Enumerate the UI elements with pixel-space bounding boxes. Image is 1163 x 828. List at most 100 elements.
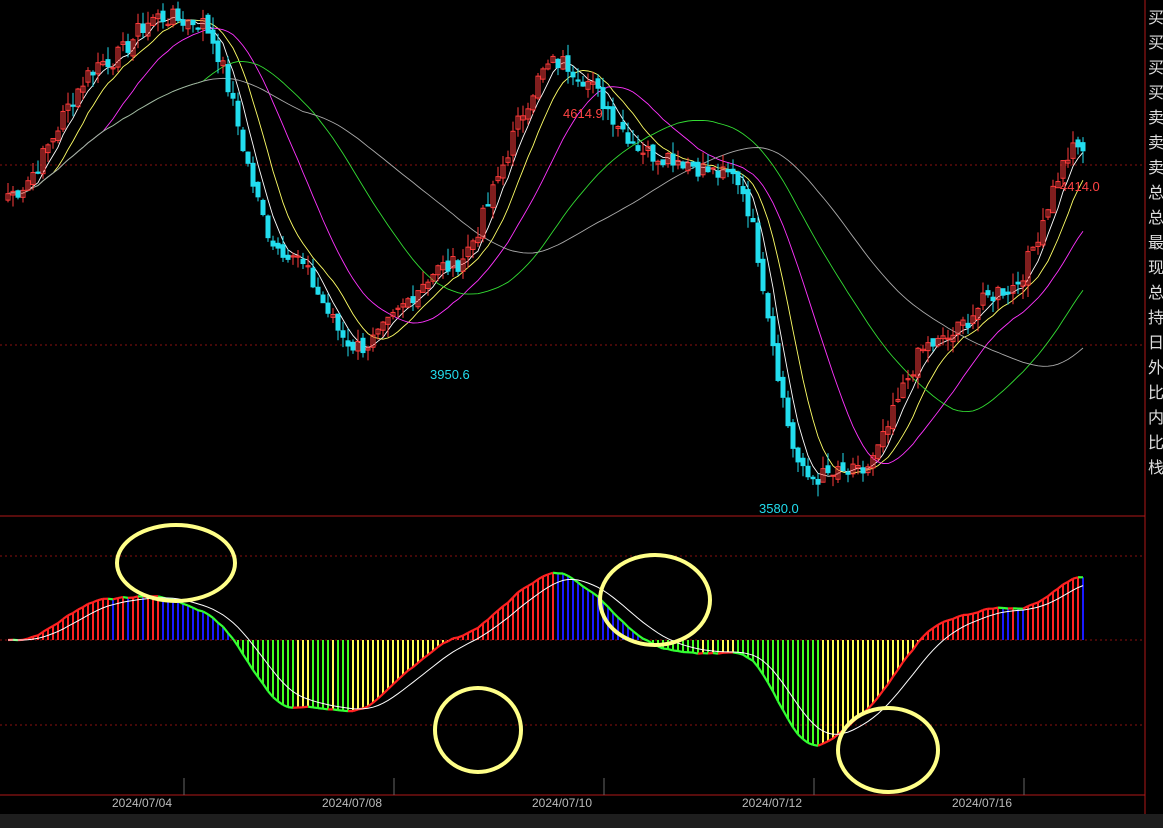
candle-body	[160, 10, 166, 23]
dif-segment	[32, 634, 39, 638]
candle-body	[745, 189, 751, 217]
side-label: 现	[1148, 258, 1163, 277]
dif-segment	[332, 708, 339, 712]
dif-segment	[692, 651, 699, 655]
candle-body	[190, 19, 196, 26]
candle-body	[580, 81, 586, 87]
candle-body	[1075, 139, 1081, 148]
bottom-scrollbar[interactable]	[0, 814, 1163, 828]
candle-body	[1015, 281, 1021, 285]
candle-body	[755, 222, 761, 263]
price-label: 3950.6	[430, 367, 470, 382]
date-axis: 2024/07/04 2024/07/08 2024/07/10 2024/07/12…	[112, 778, 1025, 810]
price-label: 4414.0	[1060, 179, 1100, 194]
dif-segment	[972, 611, 979, 615]
candle-body	[105, 59, 111, 67]
candle-body	[650, 144, 656, 162]
dif-segment	[672, 649, 679, 653]
candle-body	[635, 145, 641, 151]
price-labels: 4614.9 3950.6 4414.0 3580.0	[430, 106, 1100, 516]
candle-body	[485, 204, 491, 207]
candle-body	[410, 296, 416, 304]
candle-body	[205, 14, 211, 34]
candle-body	[1005, 291, 1011, 295]
highlight-circles	[115, 523, 940, 794]
candle-body	[610, 106, 616, 125]
dif-segment	[322, 707, 329, 711]
candle-body	[840, 462, 846, 471]
candle-body	[800, 457, 806, 467]
dif-segment	[302, 705, 309, 709]
dif-segment	[697, 652, 704, 655]
candle-body	[300, 258, 306, 265]
candle-body	[260, 199, 266, 216]
dif-segment	[132, 595, 139, 599]
candle-body	[280, 244, 286, 258]
candle-body	[345, 340, 351, 347]
candle-body	[175, 8, 181, 21]
candle-body	[705, 166, 711, 173]
candle-body	[70, 104, 76, 107]
dif-segment	[677, 649, 684, 654]
candle-body	[90, 71, 96, 76]
side-label: 比	[1148, 383, 1163, 402]
highlight-circle	[836, 706, 940, 794]
candle-body	[350, 341, 356, 351]
candle-body	[570, 71, 576, 78]
side-panel: 买买买买卖卖卖总总最现总持日外比内比栈	[1145, 0, 1163, 516]
dif-segment	[642, 637, 649, 642]
side-label: 卖	[1148, 133, 1163, 152]
dif-segment	[117, 595, 124, 600]
highlight-circle	[433, 686, 523, 774]
dif-segment	[107, 597, 114, 601]
candle-body	[565, 55, 571, 72]
candle-body	[285, 254, 291, 260]
candle-body	[270, 240, 276, 247]
candle-body	[775, 343, 781, 381]
candle-body	[250, 162, 256, 187]
dif-segment	[112, 597, 119, 601]
candle-body	[795, 447, 801, 463]
candle-body	[240, 129, 246, 152]
dif-segment	[452, 636, 459, 640]
candle-body	[595, 78, 601, 89]
ma-line	[7, 61, 1084, 413]
candle-body	[725, 169, 731, 173]
date-label: 2024/07/12	[742, 796, 802, 810]
candle-body	[750, 217, 756, 223]
candle-body	[765, 293, 771, 319]
side-label: 买	[1148, 58, 1163, 77]
candle-body	[325, 302, 331, 314]
ma-line	[7, 16, 1084, 477]
price-label: 4614.9	[563, 106, 603, 121]
dif-segment	[667, 647, 674, 652]
candle-body	[620, 121, 626, 130]
candle-body	[320, 294, 326, 304]
candle-body	[805, 465, 811, 478]
side-label: 卖	[1148, 158, 1163, 177]
candle-body	[210, 29, 216, 44]
candle-body	[660, 159, 666, 166]
moving-averages	[7, 16, 1084, 477]
candle-body	[225, 64, 231, 93]
dif-segment	[967, 612, 974, 616]
candle-body	[695, 161, 701, 177]
dif-segment	[947, 617, 954, 622]
candle-body	[235, 100, 241, 127]
candle-body	[360, 337, 366, 354]
side-label: 内	[1148, 408, 1163, 427]
side-label: 总	[1148, 208, 1163, 227]
candle-body	[275, 242, 281, 249]
candle-body	[255, 181, 261, 198]
candle-body	[810, 476, 816, 480]
candle-body	[1000, 288, 1006, 296]
candle-body	[825, 465, 831, 474]
dif-segment	[1072, 576, 1079, 580]
side-label: 买	[1148, 8, 1163, 27]
candle-body	[785, 397, 791, 427]
candle-body	[195, 27, 201, 30]
dif-segment	[307, 705, 314, 709]
dif-segment	[337, 709, 344, 712]
candle-body	[310, 267, 316, 288]
side-label: 比	[1148, 433, 1163, 452]
